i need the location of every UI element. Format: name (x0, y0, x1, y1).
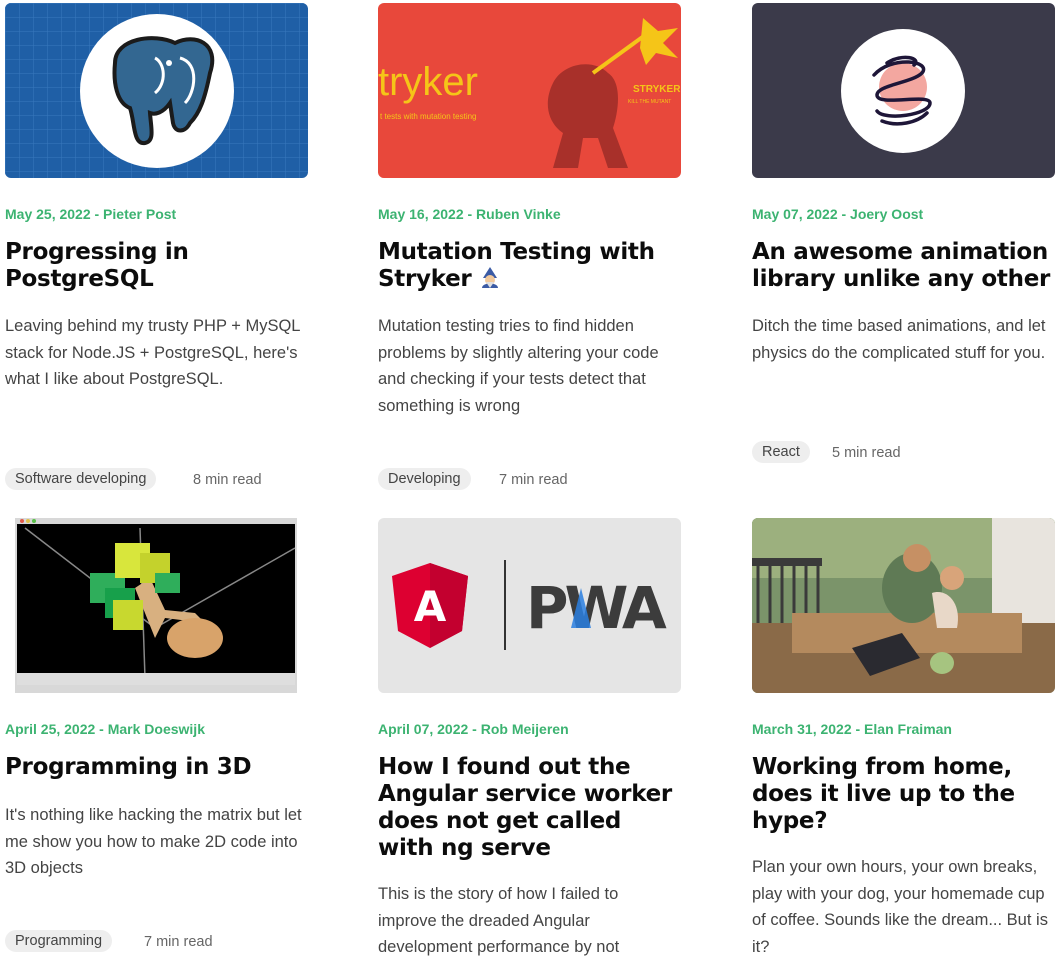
3d-render-image (15, 518, 297, 693)
post-card: A PWA April 07, 2022 - Rob Meijeren How … (378, 518, 681, 956)
post-card: tryker t tests with mutation testing STR… (378, 3, 681, 490)
stryker-banner-image: tryker t tests with mutation testing STR… (378, 18, 681, 168)
post-card: March 31, 2022 - Elan Fraiman Working fr… (752, 518, 1055, 956)
post-excerpt: It's nothing like hacking the matrix but… (5, 806, 302, 877)
post-thumbnail-animation[interactable] (752, 3, 1055, 178)
angular-pwa-image: A PWA (392, 560, 671, 650)
post-excerpt: Mutation testing tries to find hidden pr… (378, 317, 659, 415)
post-tag[interactable]: Software developing (5, 468, 157, 490)
working-from-home-photo-image (752, 518, 1055, 693)
post-title[interactable]: Mutation Testing with Stryker (378, 239, 681, 293)
post-title[interactable]: How I found out the Angular service work… (378, 754, 681, 862)
post-card: May 25, 2022 - Pieter Post Progressing i… (5, 3, 308, 490)
post-excerpt: This is the story of how I failed to imp… (378, 885, 620, 956)
post-meta: May 07, 2022 - Joery Oost (752, 206, 924, 222)
post-excerpt: Leaving behind my trusty PHP + MySQL sta… (5, 317, 300, 388)
post-meta: March 31, 2022 - Elan Fraiman (752, 721, 952, 737)
read-time: 5 min read (832, 445, 901, 461)
post-title[interactable]: Progressing in PostgreSQL (5, 239, 308, 293)
post-tag[interactable]: Developing (378, 468, 471, 490)
post-card: May 07, 2022 - Joery Oost An awesome ani… (752, 3, 1055, 463)
angular-logo-letter: A (414, 582, 447, 631)
post-excerpt: Plan your own hours, your own breaks, pl… (752, 858, 1048, 956)
read-time: 7 min read (144, 934, 213, 950)
post-title[interactable]: An awesome animation library unlike any … (752, 239, 1055, 293)
post-thumbnail-working-from-home[interactable] (752, 518, 1055, 693)
read-time: 7 min read (499, 472, 568, 488)
post-tag[interactable]: Programming (5, 930, 113, 952)
read-time: 8 min read (193, 472, 262, 488)
stryker-badge-text: STRYKER (633, 84, 681, 95)
post-thumbnail-stryker[interactable]: tryker t tests with mutation testing STR… (378, 3, 681, 178)
pwa-logo-text: PWA (526, 574, 667, 642)
stryker-banner-word: tryker (378, 60, 478, 104)
postgresql-logo-image (5, 3, 308, 178)
post-card: April 25, 2022 - Mark Doeswijk Programmi… (5, 518, 308, 952)
post-title-text: Mutation Testing with Stryker (378, 239, 655, 292)
post-meta: April 25, 2022 - Mark Doeswijk (5, 721, 205, 737)
stryker-badge-subtext: KILL THE MUTANT (628, 99, 671, 105)
post-thumbnail-3d[interactable] (5, 518, 308, 693)
post-excerpt: Ditch the time based animations, and let… (752, 317, 1046, 362)
animation-library-logo-image (841, 29, 965, 153)
post-meta: May 25, 2022 - Pieter Post (5, 206, 177, 222)
post-thumbnail-angular-pwa[interactable]: A PWA (378, 518, 681, 693)
post-title[interactable]: Programming in 3D (5, 754, 308, 781)
post-meta: May 16, 2022 - Ruben Vinke (378, 206, 561, 222)
post-title[interactable]: Working from home, does it live up to th… (752, 754, 1055, 835)
post-meta: April 07, 2022 - Rob Meijeren (378, 721, 569, 737)
post-tag[interactable]: React (752, 441, 810, 463)
post-thumbnail-postgresql[interactable] (5, 3, 308, 178)
stryker-banner-subtitle: t tests with mutation testing (380, 112, 477, 121)
wizard-emoji-icon (482, 267, 499, 288)
